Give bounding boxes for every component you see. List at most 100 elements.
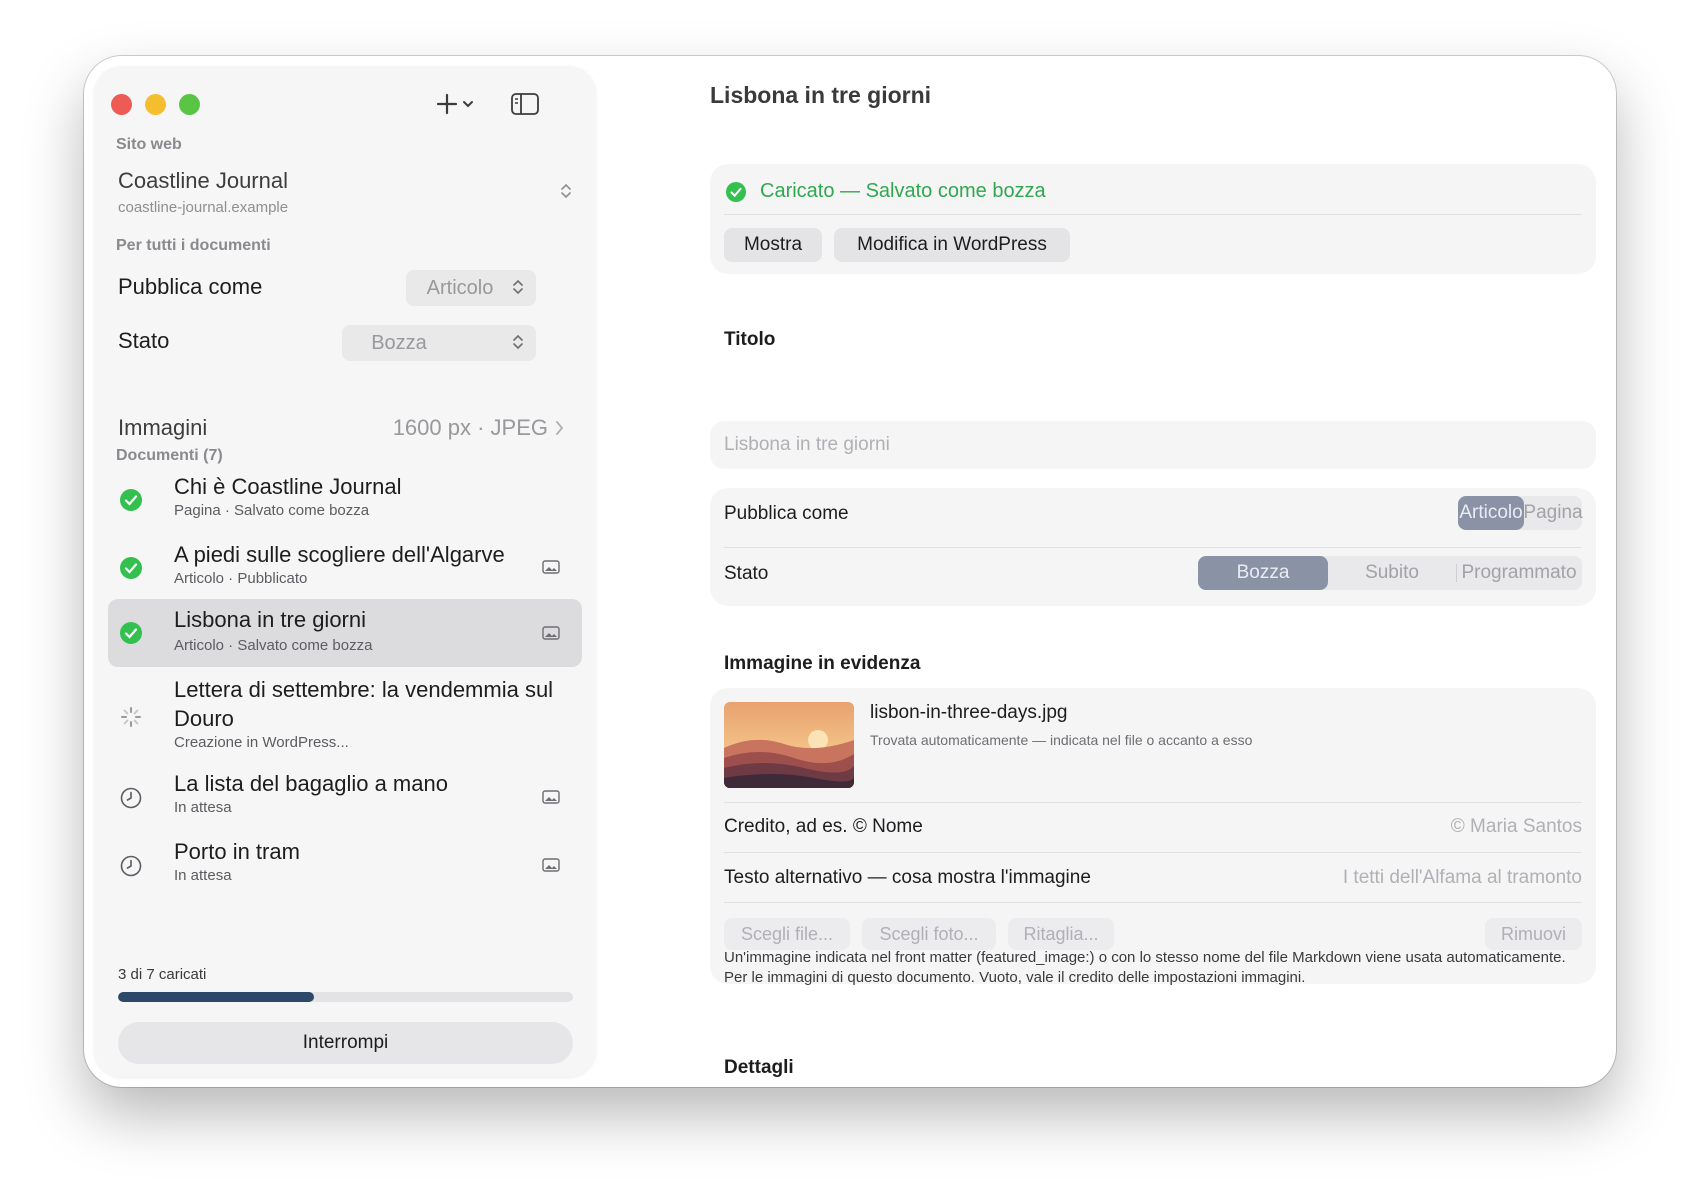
upload-status-text: Caricato — Salvato come bozza — [760, 180, 1046, 202]
status-segmented-control[interactable]: Bozza Subito Programmato — [1198, 556, 1582, 590]
stop-button[interactable]: Interrompi — [118, 1022, 573, 1064]
edit-in-wordpress-button[interactable]: Modifica in WordPress — [834, 228, 1070, 262]
credit-label: Credito, ad es. © Nome — [724, 816, 923, 837]
checkmark-circle-icon — [120, 622, 142, 644]
featured-image-thumbnail — [724, 702, 854, 788]
document-subtitle: Creazione in WordPress... — [174, 734, 349, 751]
divider — [724, 547, 1582, 548]
status-popup[interactable]: Bozza — [342, 325, 536, 361]
images-value: 1600 px · JPEG — [392, 415, 548, 440]
toggle-sidebar-button[interactable] — [510, 88, 540, 120]
app-window: Sito web Coastline Journal coastline-jou… — [84, 56, 1616, 1087]
segment-pagina[interactable]: Pagina — [1523, 496, 1582, 530]
document-subtitle: In attesa — [174, 799, 232, 816]
loading-spinner-icon — [121, 707, 141, 727]
featured-file-name: lisbon-in-three-days.jpg — [870, 702, 1068, 723]
document-title: Lettera di settembre: la vendemmia sul D… — [174, 677, 554, 731]
remove-button[interactable]: Rimuovi — [1485, 918, 1582, 950]
document-subtitle: In attesa — [174, 867, 232, 884]
upload-status-card: Caricato — Salvato come bozza Mostra Mod… — [710, 164, 1596, 274]
checkmark-circle-icon — [726, 181, 746, 202]
all-docs-section-label: Per tutti i documenti — [116, 237, 271, 254]
title-input[interactable]: Lisbona in tre giorni — [710, 421, 1596, 469]
chevron-up-down-icon — [513, 334, 523, 350]
segment-subito[interactable]: Subito — [1328, 556, 1456, 590]
publish-as-value: Articolo — [426, 276, 494, 299]
photo-icon — [542, 790, 560, 804]
status-value: Bozza — [371, 331, 427, 354]
chevron-up-down-icon — [561, 183, 571, 199]
publish-as-label: Pubblica come — [724, 503, 849, 524]
choose-file-button[interactable]: Scegli file... — [724, 918, 850, 950]
featured-image-card: lisbon-in-three-days.jpg Trovata automat… — [710, 688, 1596, 984]
upload-progress-fill — [118, 992, 314, 1002]
zoom-window-button[interactable] — [179, 94, 200, 115]
site-name: Coastline Journal — [118, 168, 288, 193]
sidebar-icon — [511, 93, 539, 115]
choose-photo-button[interactable]: Scegli foto... — [862, 918, 996, 950]
close-window-button[interactable] — [111, 94, 132, 115]
clock-icon — [120, 855, 142, 877]
chevron-up-down-icon — [513, 279, 523, 295]
featured-image-note: Un'immagine indicata nel front matter (f… — [724, 949, 1566, 986]
site-section-label: Sito web — [116, 136, 182, 153]
main-content: Lisbona in tre giorni Caricato — Salvato… — [596, 56, 1616, 1087]
checkmark-circle-icon — [120, 489, 142, 511]
document-subtitle: Articolo · Salvato come bozza — [174, 637, 373, 654]
featured-image-heading: Immagine in evidenza — [724, 653, 921, 674]
document-title: La lista del bagaglio a mano — [174, 771, 448, 796]
images-label: Immagini — [118, 415, 208, 440]
clock-icon — [120, 787, 142, 809]
site-url: coastline-journal.example — [118, 199, 289, 216]
documents-section-label: Documenti (7) — [116, 447, 223, 464]
crop-button[interactable]: Ritaglia... — [1008, 918, 1114, 950]
upload-status: Caricato — Salvato come bozza — [726, 180, 1046, 203]
progress-count: 3 di 7 caricati — [118, 966, 207, 983]
title-section-heading: Titolo — [724, 329, 776, 350]
status-label: Stato — [724, 563, 769, 584]
chevron-right-icon — [556, 421, 564, 435]
document-title: Lisbona in tre giorni — [174, 607, 367, 632]
details-section-heading: Dettagli — [724, 1057, 794, 1078]
checkmark-circle-icon — [120, 557, 142, 579]
featured-file-description: Trovata automaticamente — indicata nel f… — [870, 732, 1253, 748]
photo-icon — [542, 560, 560, 574]
divider — [724, 214, 1582, 215]
divider — [724, 902, 1582, 903]
add-menu-button[interactable] — [436, 88, 480, 120]
document-title: Porto in tram — [174, 839, 300, 864]
document-title: A piedi sulle scogliere dell'Algarve — [174, 542, 505, 567]
document-item-selected[interactable]: Lisbona in tre giorni Articolo · Salvato… — [108, 599, 582, 667]
plus-chevron-icon — [436, 93, 473, 115]
document-item[interactable]: La lista del bagaglio a mano In attesa — [108, 764, 582, 828]
sunset-image — [724, 702, 854, 788]
sidebar: Sito web Coastline Journal coastline-jou… — [94, 66, 596, 1077]
show-button[interactable]: Mostra — [724, 228, 822, 262]
document-subtitle: Pagina · Salvato come bozza — [174, 502, 370, 519]
document-item[interactable]: Lettera di settembre: la vendemmia sul D… — [108, 672, 582, 762]
photo-icon — [542, 626, 560, 640]
document-item[interactable]: A piedi sulle scogliere dell'Algarve Art… — [108, 534, 582, 598]
document-title: Chi è Coastline Journal — [174, 474, 402, 499]
segment-articolo[interactable]: Articolo — [1458, 496, 1524, 530]
publish-as-segmented-control[interactable]: Articolo Pagina — [1458, 496, 1583, 530]
segment-bozza[interactable]: Bozza — [1198, 556, 1328, 590]
sidebar-footer: 3 di 7 caricati Interrompi — [94, 946, 596, 1077]
document-item[interactable]: Porto in tram In attesa — [108, 832, 582, 896]
upload-progress-bar — [118, 992, 573, 1002]
divider — [724, 802, 1582, 803]
publish-options-card: Pubblica come Articolo Pagina Stato Bozz… — [710, 488, 1596, 606]
publish-as-popup[interactable]: Articolo — [406, 270, 536, 306]
page-title: Lisbona in tre giorni — [710, 82, 932, 108]
alt-text-label: Testo alternativo — cosa mostra l'immagi… — [724, 867, 1091, 888]
minimize-window-button[interactable] — [145, 94, 166, 115]
status-label: Stato — [118, 328, 170, 353]
publish-as-label: Pubblica come — [118, 274, 263, 299]
divider — [724, 852, 1582, 853]
document-subtitle: Articolo · Pubblicato — [174, 570, 308, 587]
segment-programmato[interactable]: Programmato — [1457, 556, 1581, 590]
document-item[interactable]: Chi è Coastline Journal Pagina · Salvato… — [108, 466, 582, 530]
credit-input[interactable]: © Maria Santos — [1451, 816, 1582, 838]
alt-text-input[interactable]: I tetti dell'Alfama al tramonto — [1343, 867, 1582, 889]
photo-icon — [542, 858, 560, 872]
